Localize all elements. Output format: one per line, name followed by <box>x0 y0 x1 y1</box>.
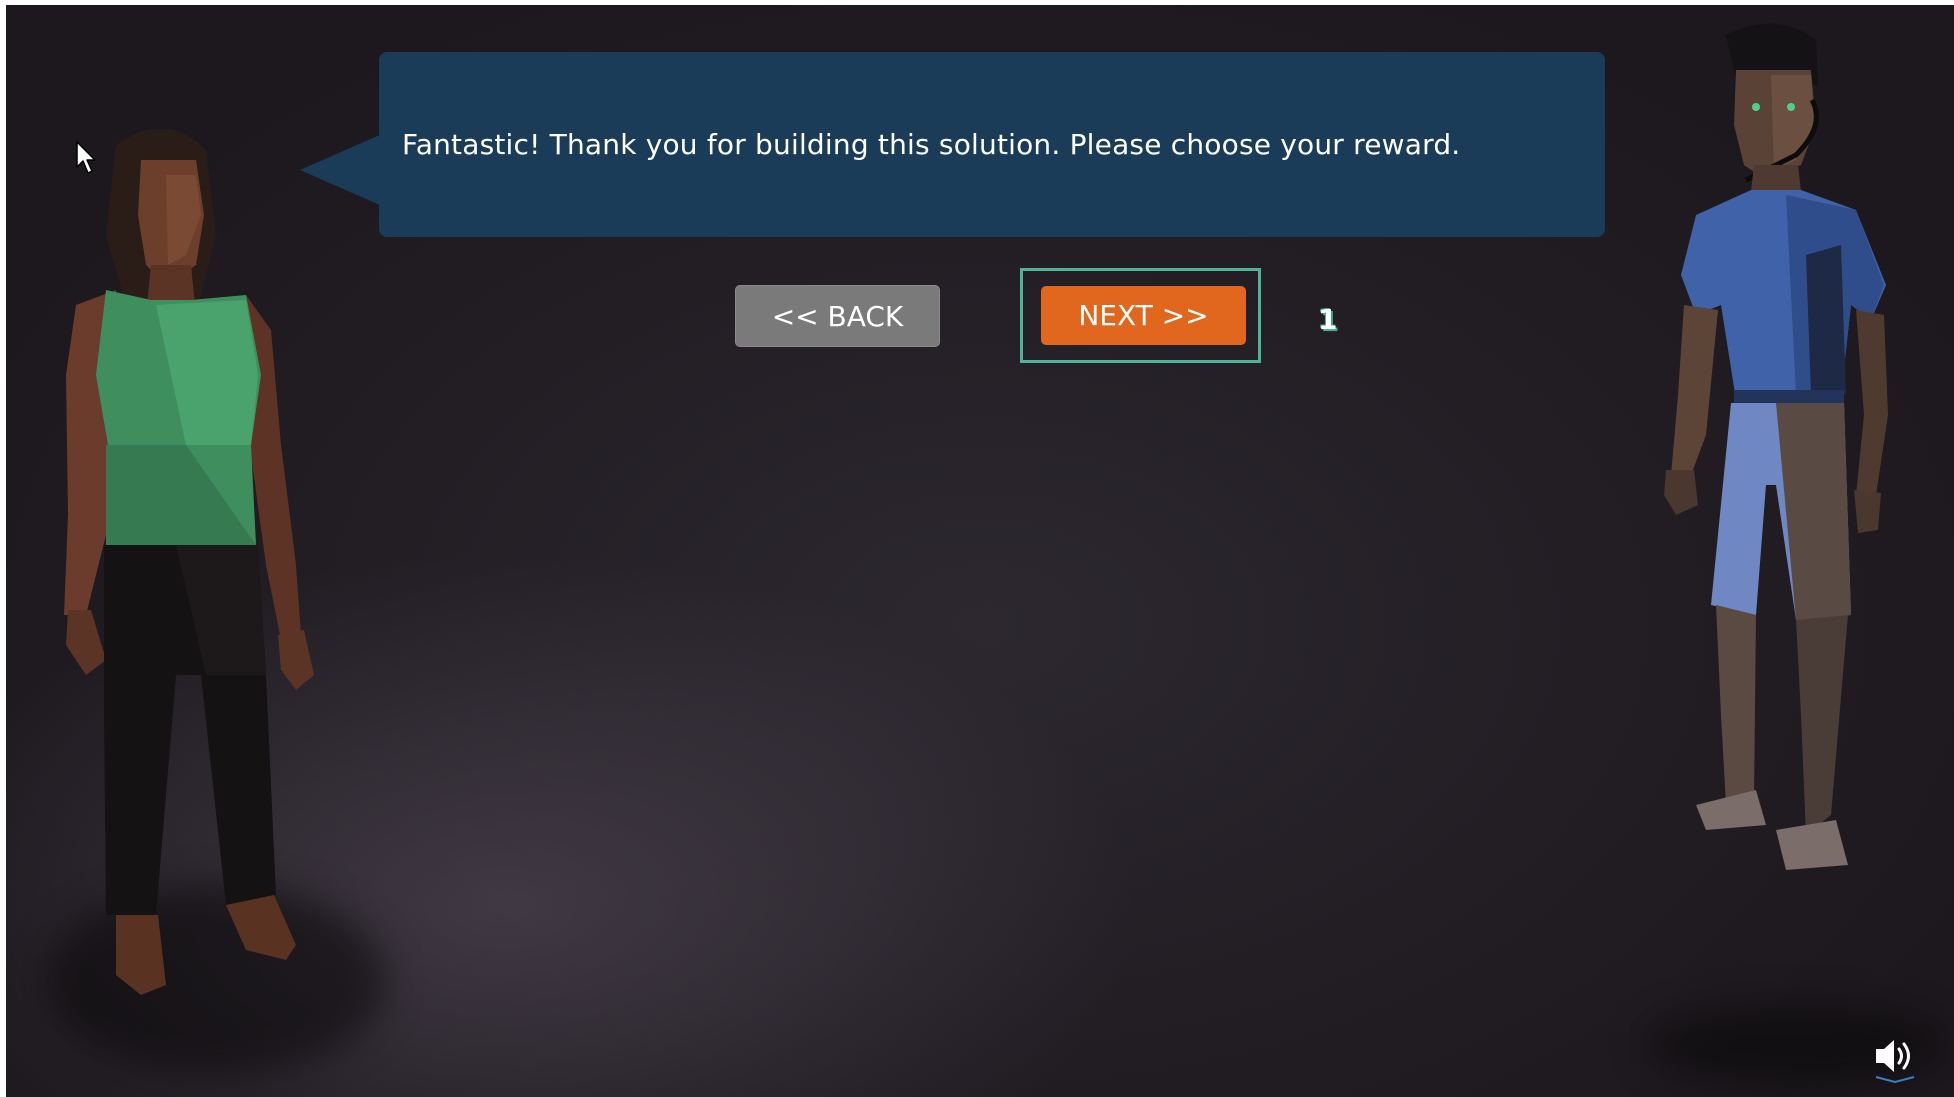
mouse-pointer-icon <box>76 141 96 174</box>
next-button[interactable]: NEXT >> <box>1041 286 1246 345</box>
speech-bubble: Fantastic! Thank you for building this s… <box>379 52 1605 237</box>
speaker-volume-icon[interactable] <box>1868 1029 1922 1083</box>
back-button[interactable]: << BACK <box>735 285 940 347</box>
step-marker: 1 <box>1318 303 1338 336</box>
male-character <box>1664 23 1888 870</box>
female-character <box>64 128 314 995</box>
dialog-message: Fantastic! Thank you for building this s… <box>402 128 1461 161</box>
game-scene: Fantastic! Thank you for building this s… <box>6 5 1954 1097</box>
speech-bubble-tail <box>300 134 382 206</box>
